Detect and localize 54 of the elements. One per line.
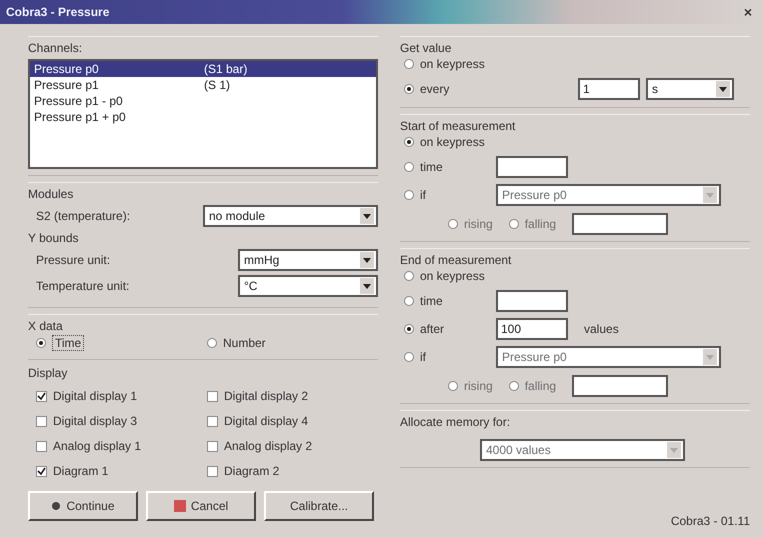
checkbox-label: Digital display 1 <box>53 389 138 403</box>
checkbox-label: Digital display 4 <box>224 414 308 428</box>
radio-label: time <box>420 294 443 308</box>
channel-item[interactable]: Pressure p1 (S 1) <box>30 77 376 93</box>
channel-item[interactable]: Pressure p0 (S1 bar) <box>30 61 376 77</box>
channel-item[interactable]: Pressure p1 - p0 <box>30 93 376 109</box>
channel-select[interactable]: Pressure p0 <box>496 184 721 206</box>
checkbox-label: Digital display 2 <box>224 389 308 403</box>
radio-label: if <box>420 350 426 364</box>
radio-label: time <box>420 160 443 174</box>
unit-select[interactable]: mmHg <box>238 249 378 271</box>
section-title: Start of measurement <box>400 119 516 133</box>
section-title: End of measurement <box>400 253 512 267</box>
checkbox-label: Diagram 1 <box>53 464 108 478</box>
unit-select[interactable]: s <box>646 78 734 100</box>
radio-label: on keypress <box>420 269 485 283</box>
channel-select[interactable]: Pressure p0 <box>496 346 721 368</box>
checkbox-label: Digital display 3 <box>53 414 138 428</box>
field-label: S2 (temperature): <box>36 209 130 223</box>
plain-button[interactable]: Calibrate... <box>264 491 374 521</box>
section-title: Modules <box>28 187 74 201</box>
section-title: Channels: <box>28 41 84 55</box>
continue-button[interactable]: Continue <box>28 491 138 521</box>
module-select[interactable]: no module <box>203 205 378 227</box>
radio-label: falling <box>524 217 556 231</box>
field-label: Pressure unit: <box>36 253 110 267</box>
radio-label: every <box>420 82 450 96</box>
radio-label: after <box>420 322 444 336</box>
section-title: Y bounds <box>28 231 80 245</box>
checkbox-label: Analog display 2 <box>224 439 312 453</box>
close-button[interactable]: × <box>740 4 755 20</box>
window-title: Cobra3 - Pressure <box>6 5 110 19</box>
field-label: Temperature unit: <box>36 279 130 293</box>
checkbox-label: Diagram 2 <box>224 464 280 478</box>
radio-label: on keypress <box>420 57 485 71</box>
checkbox-label: Analog display 1 <box>53 439 142 453</box>
version-label: Cobra3 - 01.11 <box>670 514 750 528</box>
cancel-button[interactable]: Cancel <box>146 491 256 521</box>
radio-label: Time <box>52 335 84 351</box>
section-title: X data <box>28 319 64 333</box>
interval-field[interactable]: 1 <box>578 78 640 100</box>
radio-label: rising <box>464 217 493 231</box>
suffix-label: values <box>584 322 619 336</box>
section-title: Allocate memory for: <box>400 415 512 429</box>
radio-label: on keypress <box>420 135 485 149</box>
radio-label: rising <box>464 379 493 393</box>
section-title: Get value <box>400 41 452 55</box>
radio-label: if <box>420 188 426 202</box>
radio-label: Number <box>223 336 266 350</box>
unit-select[interactable]: °C <box>238 275 378 297</box>
section-title: Display <box>28 366 68 380</box>
radio-label: falling <box>524 379 556 393</box>
count-field[interactable]: 100 <box>496 318 568 340</box>
channel-item[interactable]: Pressure p1 + p0 <box>30 109 376 125</box>
